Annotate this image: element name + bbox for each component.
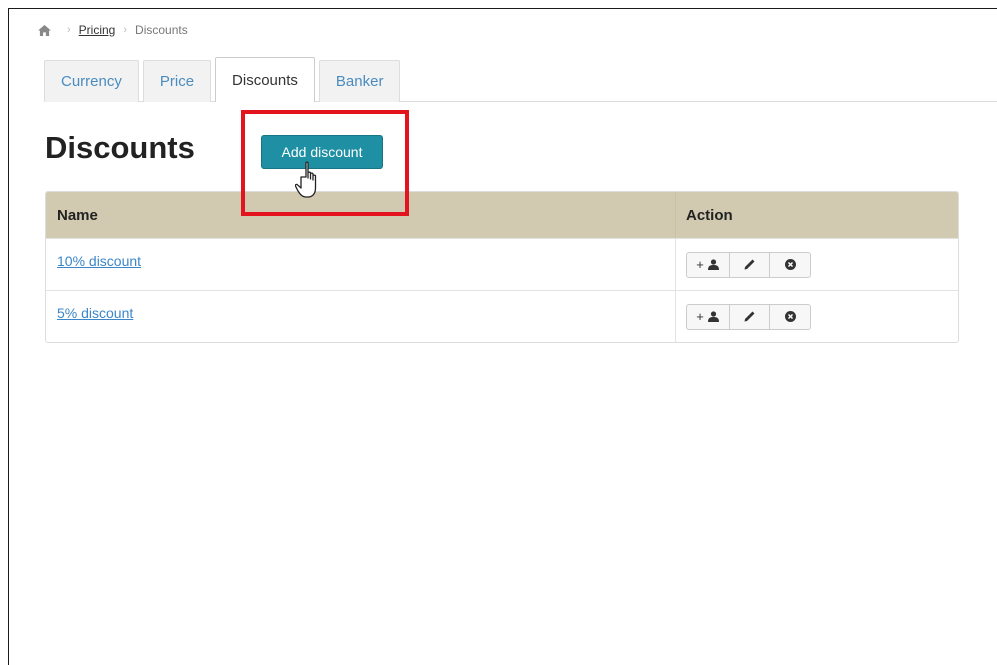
- home-icon[interactable]: [38, 24, 51, 36]
- pencil-icon: [744, 259, 755, 270]
- breadcrumb: › Pricing › Discounts: [38, 23, 188, 37]
- action-cell: +: [676, 239, 958, 290]
- edit-button[interactable]: [730, 252, 770, 277]
- breadcrumb-separator: ›: [123, 24, 128, 36]
- tab-currency[interactable]: Currency: [44, 60, 139, 102]
- tab-price[interactable]: Price: [142, 60, 212, 102]
- tab-banker[interactable]: Banker: [318, 60, 401, 102]
- action-cell: +: [676, 291, 958, 342]
- breadcrumb-separator: ›: [67, 24, 71, 36]
- tab-bar: Currency Price Discounts Banker: [44, 57, 404, 102]
- table-header-row: Name Action: [46, 192, 958, 238]
- name-cell: 10% discount: [46, 239, 676, 290]
- edit-button[interactable]: [730, 304, 770, 329]
- delete-button[interactable]: [770, 305, 810, 329]
- close-circle-icon: [784, 311, 796, 322]
- hand-cursor-icon: [295, 161, 317, 198]
- page-title: Discounts: [45, 130, 195, 165]
- user-icon: [707, 259, 719, 270]
- table-row: 10% discount +: [46, 238, 958, 290]
- plus-label: +: [696, 257, 704, 272]
- breadcrumb-current: Discounts: [135, 23, 188, 37]
- name-cell: 5% discount: [46, 291, 676, 342]
- add-user-button[interactable]: +: [687, 304, 730, 329]
- discounts-table: Name Action 10% discount + 5% discount +: [45, 191, 959, 343]
- user-icon: [707, 311, 719, 322]
- close-circle-icon: [784, 259, 796, 270]
- pencil-icon: [744, 311, 755, 322]
- action-button-group: +: [686, 251, 811, 278]
- action-button-group: +: [686, 303, 811, 330]
- discount-link[interactable]: 10% discount: [57, 253, 141, 269]
- plus-label: +: [696, 309, 704, 324]
- column-header-action: Action: [686, 206, 733, 224]
- table-row: 5% discount +: [46, 290, 958, 342]
- delete-button[interactable]: [770, 253, 810, 277]
- tab-discounts[interactable]: Discounts: [215, 57, 315, 102]
- breadcrumb-link-pricing[interactable]: Pricing: [79, 23, 116, 37]
- add-user-button[interactable]: +: [687, 252, 730, 277]
- discount-link[interactable]: 5% discount: [57, 305, 133, 321]
